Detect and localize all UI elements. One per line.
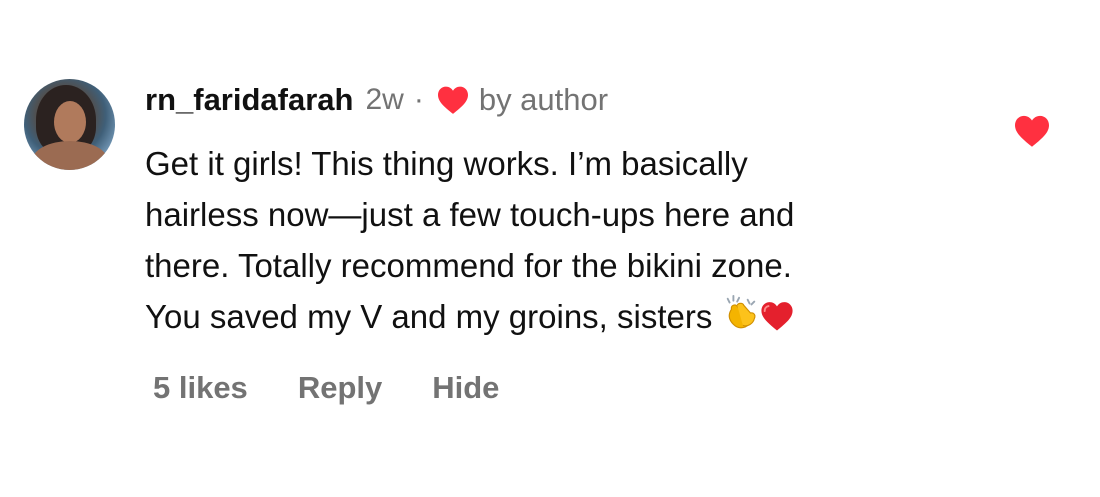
comment-header: rn_faridafarah 2w · by author <box>145 78 608 122</box>
hide-button[interactable]: Hide <box>432 370 499 406</box>
avatar-face <box>54 101 86 143</box>
comment-text-line: You saved my V and my groins, sisters <box>145 291 965 342</box>
likes-count[interactable]: 5 likes <box>153 370 248 406</box>
comment-text-line: hairless now—just a few touch-ups here a… <box>145 196 795 233</box>
avatar[interactable] <box>24 79 115 170</box>
reply-button[interactable]: Reply <box>298 370 382 406</box>
username[interactable]: rn_faridafarah <box>145 82 353 118</box>
liked-by-author-label: by author <box>478 82 609 117</box>
comment-text-line: Get it girls! This thing works. I’m basi… <box>145 145 748 182</box>
comment-text-line-last: You saved my V and my groins, sisters <box>145 298 713 335</box>
comment-age: 2w <box>365 83 404 116</box>
like-heart-icon[interactable] <box>1013 114 1051 148</box>
heart-icon <box>437 86 468 114</box>
separator-dot: · <box>413 83 424 116</box>
comment-text: Get it girls! This thing works. I’m basi… <box>145 138 965 342</box>
red-heart-icon <box>760 302 793 331</box>
avatar-shoulder <box>32 141 108 170</box>
comment-actions: 5 likes Reply Hide <box>153 370 499 406</box>
comment: rn_faridafarah 2w · by author Get it gir… <box>0 0 1100 497</box>
comment-text-line: there. Totally recommend for the bikini … <box>145 247 792 284</box>
clapping-hands-icon <box>726 294 756 329</box>
